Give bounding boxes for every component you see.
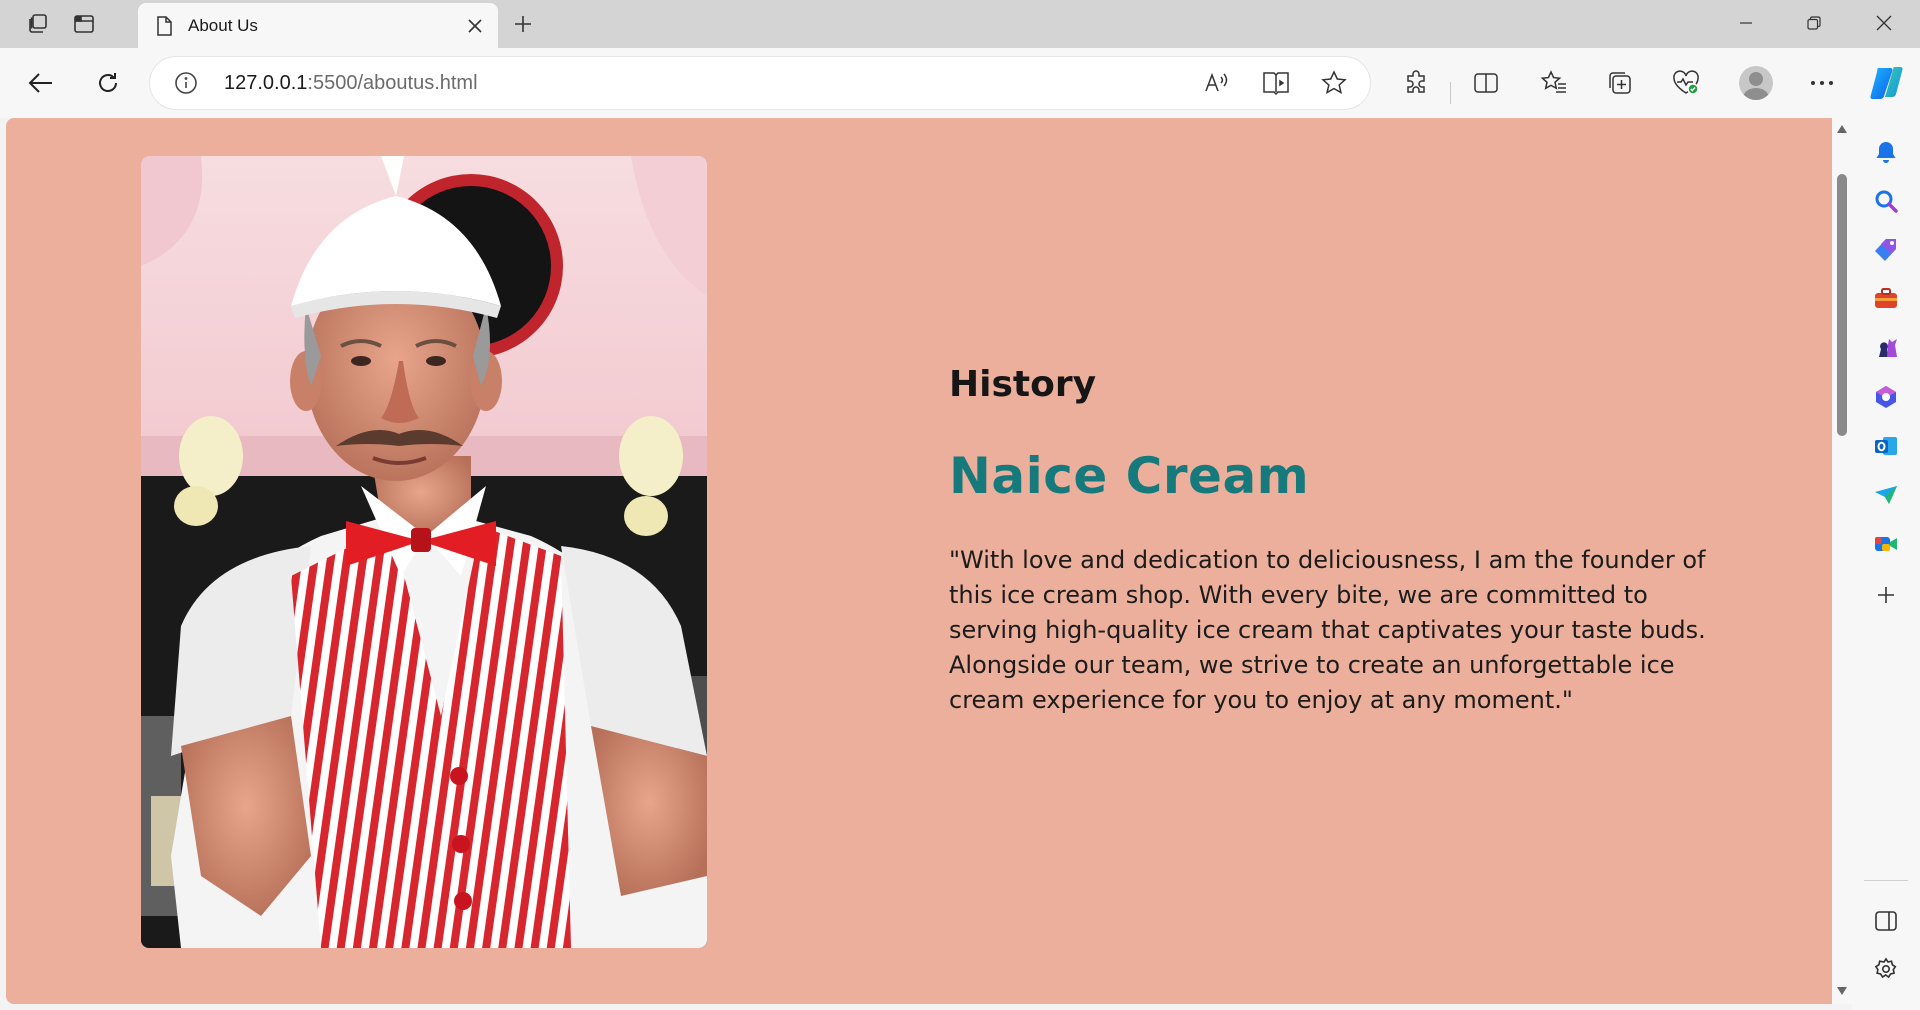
section-heading: History	[949, 364, 1097, 405]
toolbar-divider	[1450, 82, 1451, 104]
games-icon[interactable]	[1869, 331, 1903, 365]
search-icon[interactable]	[1869, 184, 1903, 218]
sidebar-toggle-icon[interactable]	[1869, 904, 1903, 938]
refresh-icon[interactable]	[88, 65, 128, 101]
url-path: :5500/aboutus.html	[307, 72, 478, 94]
back-arrow-icon[interactable]	[21, 65, 61, 101]
avatar-head	[1749, 72, 1763, 86]
minimize-icon[interactable]	[1712, 0, 1780, 46]
favorites-icon[interactable]	[1536, 65, 1572, 101]
collections-icon[interactable]	[1602, 65, 1638, 101]
avatar-body	[1743, 88, 1769, 100]
settings-icon[interactable]	[1869, 952, 1903, 986]
microsoft-365-icon[interactable]	[1869, 380, 1903, 414]
favorite-star-icon[interactable]	[1318, 69, 1350, 97]
tab-actions-icon[interactable]	[66, 8, 102, 40]
immersive-reader-icon[interactable]	[1260, 69, 1292, 97]
active-tab[interactable]: About Us	[138, 3, 498, 48]
about-content: History Naice Cream "With love and dedic…	[949, 364, 1709, 718]
address-bar[interactable]: 127.0.0.1:5500/aboutus.html	[150, 57, 1370, 109]
restore-icon[interactable]	[1780, 0, 1848, 46]
tab-bar: About Us	[0, 0, 1920, 48]
notifications-icon[interactable]	[1869, 135, 1903, 169]
close-icon[interactable]	[460, 11, 490, 41]
page-icon	[154, 15, 174, 37]
founder-quote: "With love and dedication to deliciousne…	[949, 546, 1706, 714]
address-url: 127.0.0.1:5500/aboutus.html	[224, 72, 478, 95]
scroll-down-arrow-icon[interactable]	[1835, 984, 1849, 998]
page-viewport: History Naice Cream "With love and dedic…	[6, 118, 1832, 1004]
extensions-icon[interactable]	[1398, 65, 1434, 101]
window-close-icon[interactable]	[1850, 0, 1918, 46]
shopping-icon[interactable]	[1869, 233, 1903, 267]
url-host: 127.0.0.1	[224, 72, 308, 94]
browser-essentials-icon[interactable]	[1668, 65, 1704, 101]
drop-icon[interactable]	[1869, 478, 1903, 512]
toolbar: 127.0.0.1:5500/aboutus.html	[0, 48, 1920, 118]
edge-sidebar	[1852, 118, 1920, 1010]
founder-photo	[141, 156, 707, 948]
more-icon[interactable]	[1804, 65, 1840, 101]
scroll-up-arrow-icon[interactable]	[1835, 122, 1849, 136]
plus-icon[interactable]	[506, 8, 540, 40]
copilot-icon[interactable]	[1866, 63, 1906, 103]
tab-title: About Us	[188, 15, 258, 35]
brand-title: Naice Cream	[949, 447, 1310, 505]
profile-avatar[interactable]	[1739, 66, 1773, 100]
workspaces-icon[interactable]	[20, 8, 56, 40]
meet-icon[interactable]	[1869, 527, 1903, 561]
outlook-icon[interactable]	[1869, 429, 1903, 463]
scrollbar-thumb[interactable]	[1837, 174, 1847, 436]
read-aloud-icon[interactable]	[1200, 69, 1232, 97]
tools-icon[interactable]	[1869, 282, 1903, 316]
add-icon[interactable]	[1869, 578, 1903, 612]
split-screen-icon[interactable]	[1468, 65, 1504, 101]
sidebar-divider	[1864, 880, 1908, 881]
page-scrollbar[interactable]	[1832, 118, 1852, 1004]
info-icon[interactable]	[174, 71, 198, 95]
